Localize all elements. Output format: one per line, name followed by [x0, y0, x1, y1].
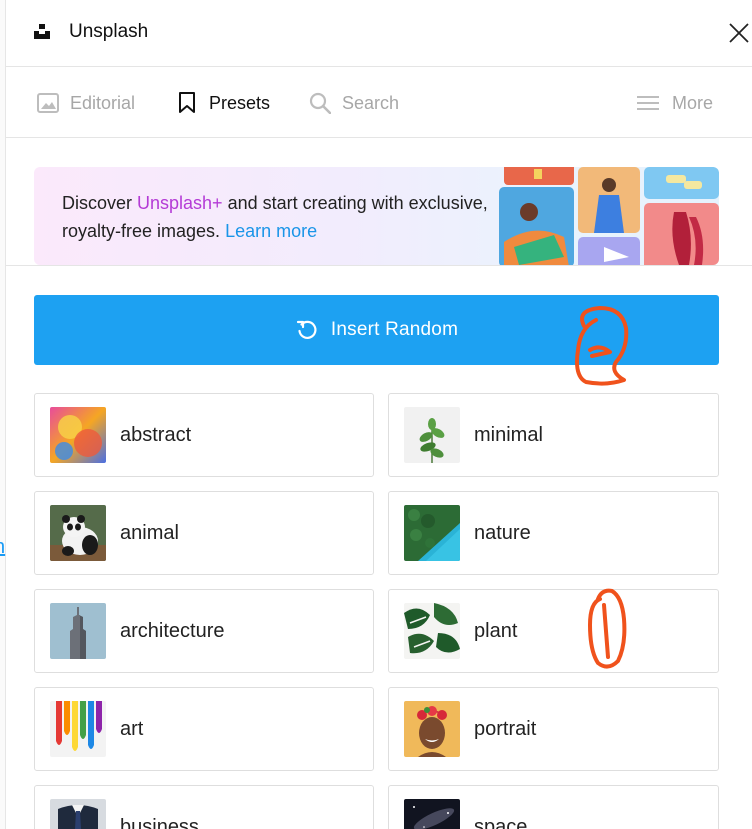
preset-label: minimal [474, 424, 543, 446]
preset-card-portrait[interactable]: portrait [388, 687, 719, 771]
insert-random-label: Insert Random [330, 319, 459, 340]
preset-card-nature[interactable]: nature [388, 491, 719, 575]
preset-label: plant [474, 620, 518, 642]
learn-more-link[interactable]: Learn more [225, 221, 317, 241]
preset-card-art[interactable]: art [34, 687, 374, 771]
tab-editorial[interactable]: Editorial [36, 90, 135, 116]
tab-search-label: Search [342, 93, 400, 113]
tab-search[interactable]: Search [308, 90, 399, 116]
preset-label: animal [120, 522, 179, 544]
banner-brand: Unsplash+ [137, 193, 223, 213]
business-thumbnail [50, 799, 106, 829]
banner-image-collage [499, 167, 719, 265]
preset-card-space[interactable]: space [388, 785, 719, 829]
nature-thumbnail [404, 505, 460, 561]
preset-card-abstract[interactable]: abstract [34, 393, 374, 477]
bookmark-icon [175, 91, 199, 115]
preset-label: abstract [120, 424, 192, 446]
preset-label: art [120, 718, 144, 740]
tab-bar: Editorial Presets Search More [6, 68, 752, 138]
abstract-thumbnail [50, 407, 106, 463]
preset-card-animal[interactable]: animal [34, 491, 374, 575]
preset-card-plant[interactable]: plant [388, 589, 719, 673]
tab-presets[interactable]: Presets [175, 90, 270, 116]
section-divider [6, 265, 752, 266]
animal-thumbnail [50, 505, 106, 561]
plant-thumbnail [404, 603, 460, 659]
close-icon[interactable] [726, 18, 752, 46]
preset-label: architecture [120, 620, 225, 642]
art-thumbnail [50, 701, 106, 757]
preset-label: space [474, 816, 528, 829]
tab-more[interactable]: More [636, 90, 713, 116]
minimal-thumbnail [404, 407, 460, 463]
preset-card-business[interactable]: business [34, 785, 374, 829]
tab-presets-label: Presets [209, 93, 271, 113]
tab-editorial-label: Editorial [70, 93, 136, 113]
banner-text-pre: Discover [62, 193, 138, 213]
space-thumbnail [404, 799, 460, 829]
architecture-thumbnail [50, 603, 106, 659]
refresh-icon [295, 318, 319, 342]
preset-card-minimal[interactable]: minimal [388, 393, 719, 477]
unsplash-plus-banner[interactable]: Discover Unsplash+ and start creating wi… [34, 167, 719, 265]
banner-text: Discover Unsplash+ and start creating wi… [62, 189, 502, 245]
unsplash-logo-icon [34, 24, 50, 39]
menu-icon [636, 91, 660, 115]
panel-header: Unsplash [6, 0, 752, 67]
portrait-thumbnail [404, 701, 460, 757]
image-icon [36, 91, 60, 115]
search-icon [308, 91, 332, 115]
tab-more-label: More [672, 93, 714, 113]
preset-label: nature [474, 522, 531, 544]
unsplash-panel: Unsplash Editorial Presets Search More D… [6, 0, 752, 829]
app-title: Unsplash [69, 21, 149, 42]
preset-card-architecture[interactable]: architecture [34, 589, 374, 673]
preset-label: portrait [474, 718, 537, 740]
preset-label: business [120, 816, 199, 829]
insert-random-button[interactable]: Insert Random [34, 295, 719, 365]
